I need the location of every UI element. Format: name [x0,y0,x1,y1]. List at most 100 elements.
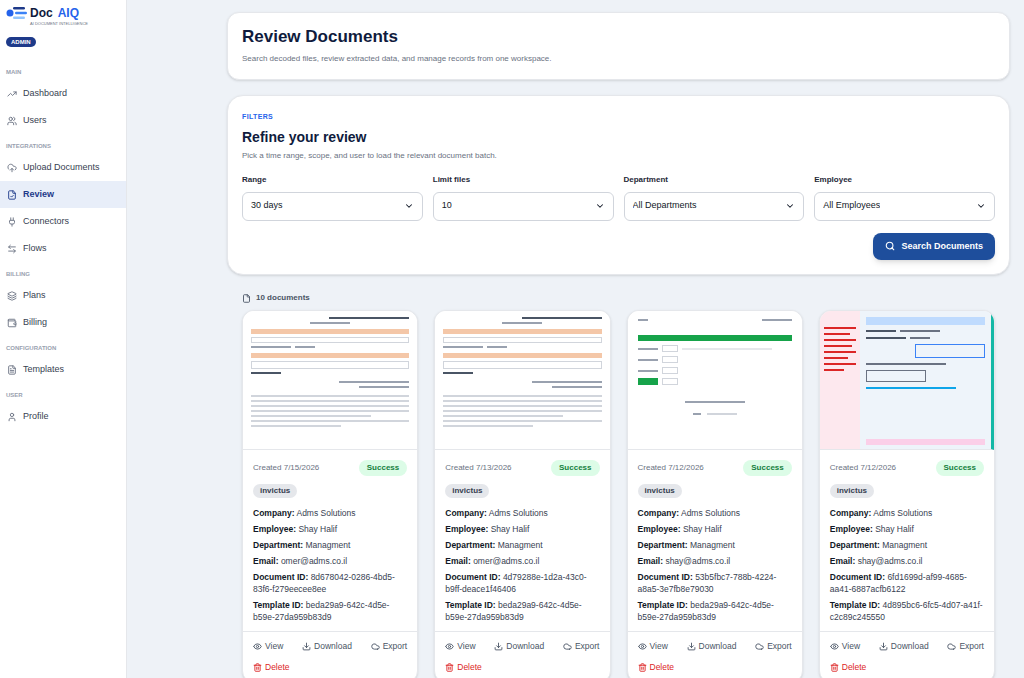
text-line [682,348,772,350]
card-action-button[interactable]: View [638,640,668,653]
text-line [310,322,350,324]
text-line [251,400,409,402]
status-badge: Success [936,460,984,476]
tag: invictus [638,484,682,498]
file-check-icon [7,190,17,200]
sidebar-item[interactable]: Templates [0,356,126,383]
card-field: Employee: Shay Halif [638,523,792,535]
card-action-button[interactable]: Download [879,640,929,653]
filter-select[interactable]: 30 days [242,192,423,221]
delete-button[interactable]: Delete [638,661,792,674]
filter-select[interactable]: All Departments [624,192,805,221]
chevron-down-icon [595,201,605,211]
file-text-icon [7,365,17,375]
text-line [443,346,483,348]
card-field: Document ID: 53b5fbc7-788b-4224-a8a5-3e7… [638,571,792,595]
card-action-button[interactable]: Download [302,640,352,653]
cloud-upload-icon [7,163,17,173]
card-action-button[interactable]: Export [371,640,408,653]
section-label: MAIN [0,60,126,80]
cloud-icon [563,642,572,651]
table-header [251,329,409,334]
card-action-button[interactable]: Export [563,640,600,653]
chart-icon [7,89,17,99]
text-line [824,339,856,341]
card-action-button[interactable]: Export [947,640,984,653]
download-icon [879,642,888,651]
document-thumbnail [628,311,802,450]
filter-select[interactable]: All Employees [814,192,995,221]
text-line [443,420,601,422]
document-thumbnail [435,311,609,450]
card-field: Employee: Shay Halif [830,523,984,535]
sidebar-item[interactable]: Upload Documents [0,154,126,181]
role-badge: ADMIN [6,37,36,47]
text-line [866,330,896,332]
text-line [824,369,844,371]
text-line [443,415,563,417]
text-line [824,327,856,329]
delete-button[interactable]: Delete [253,661,407,674]
delete-button[interactable]: Delete [445,661,599,674]
tag: invictus [830,484,874,498]
wallet-icon [7,318,17,328]
card-action-button[interactable]: View [830,640,860,653]
created-date: Created 7/12/2026 [638,462,704,474]
sidebar-item[interactable]: Connectors [0,208,126,235]
text-line [251,410,409,412]
card-field: Department: Managment [253,539,407,551]
section-label: INTEGRATIONS [0,134,126,154]
text-line [824,345,852,347]
filter-field: Range30 days [242,174,423,221]
sidebar-item[interactable]: Plans [0,282,126,309]
card-field: Template ID: beda29a9-642c-4d5e-b59e-27d… [253,599,407,623]
download-icon [687,642,696,651]
sidebar-item[interactable]: Profile [0,403,126,430]
chevron-down-icon [404,201,414,211]
sidebar: DocAIQAI DOCUMENT INTELLIGENCEADMINMAIND… [0,0,127,678]
text-line [251,405,409,407]
filters-eyebrow: FILTERS [242,112,995,123]
card-field: Company: Adms Solutions [638,507,792,519]
text-line [443,405,601,407]
sidebar-item[interactable]: Flows [0,235,126,262]
card-action-button[interactable]: View [253,640,283,653]
document-card: Created 7/12/2026SuccessinvictusCompany:… [819,310,995,678]
search-button[interactable]: Search Documents [873,233,995,261]
text-line [824,357,848,359]
card-action-button[interactable]: Download [687,640,737,653]
users-icon [7,116,17,126]
delete-button[interactable]: Delete [830,661,984,674]
text-line [866,363,946,365]
filter-select[interactable]: 10 [433,192,614,221]
text-line [487,346,507,348]
filter-field: Employee All Employees [814,174,995,221]
filter-label: Department [624,174,805,186]
sidebar-item[interactable]: Users [0,107,126,134]
filters-description: Pick a time range, scope, and user to lo… [242,150,995,162]
text-line [638,370,658,372]
filter-label: Employee [814,174,995,186]
text-line [824,363,856,365]
card-action-button[interactable]: Export [755,640,792,653]
chevron-down-icon [976,201,986,211]
cloud-icon [371,642,380,651]
sidebar-item[interactable]: Dashboard [0,80,126,107]
brand-name: Doc [30,7,53,19]
eye-icon [445,642,454,651]
card-action-button[interactable]: View [445,640,475,653]
text-line [295,346,315,348]
results-count: 10 documents [227,292,1010,304]
text-line [866,337,906,339]
trash-icon [253,663,262,672]
filter-field: Department All Departments [624,174,805,221]
text-line [685,401,745,403]
sidebar-item[interactable]: Billing [0,309,126,336]
card-field: Document ID: 8d678042-0286-4bd5-83f6-f27… [253,571,407,595]
card-field: Email: shay@adms.co.il [638,555,792,567]
sidebar-item[interactable]: Review [0,181,126,208]
card-action-button[interactable]: Download [494,640,544,653]
text-line [522,317,602,319]
download-icon [302,642,311,651]
brand: DocAIQAI DOCUMENT INTELLIGENCEADMIN [0,0,126,60]
